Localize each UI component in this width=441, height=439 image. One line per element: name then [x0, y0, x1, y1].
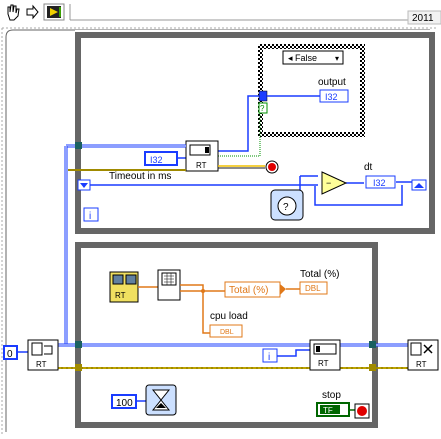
- svg-text:DBL: DBL: [220, 329, 234, 336]
- case-selector-left-arrow[interactable]: ◂: [288, 53, 293, 63]
- svg-text:RT: RT: [115, 291, 126, 300]
- svg-text:TF: TF: [323, 406, 333, 415]
- case-selector-value[interactable]: False: [295, 53, 317, 63]
- rt-fifo-create-node[interactable]: RT: [27, 339, 59, 371]
- svg-text:RT: RT: [318, 359, 329, 368]
- block-diagram: 2011 ◂ False ▾ ? output I32 I32 Timeout …: [0, 0, 441, 434]
- dt-label: dt: [364, 162, 373, 173]
- version-label: 2011: [412, 13, 434, 24]
- cpu-load-label: cpu load: [210, 311, 248, 322]
- svg-text:?: ?: [260, 104, 265, 113]
- rt-fifo-read-node-top[interactable]: RT: [185, 140, 219, 172]
- svg-text:RT: RT: [36, 360, 47, 369]
- svg-text:DBL: DBL: [305, 284, 321, 293]
- svg-text:0: 0: [7, 349, 13, 360]
- svg-text:i: i: [268, 352, 270, 363]
- svg-text:Total (%): Total (%): [229, 285, 268, 296]
- rt-fifo-delete-node[interactable]: RT: [407, 339, 439, 371]
- rt-fifo-write-node[interactable]: RT: [309, 339, 341, 371]
- index-array-node[interactable]: [157, 269, 181, 301]
- cpu-info-node[interactable]: RT: [109, 271, 139, 303]
- top-while-loop[interactable]: [75, 30, 437, 234]
- top-loop-tunnel: [75, 142, 82, 149]
- case-selector-down-icon[interactable]: ▾: [335, 54, 339, 63]
- case-input-tunnel: [258, 90, 268, 102]
- svg-text:I32: I32: [325, 92, 338, 102]
- total-label: Total (%): [300, 269, 339, 280]
- svg-text:100: 100: [116, 398, 133, 409]
- svg-text:RT: RT: [196, 161, 207, 170]
- svg-text:?: ?: [283, 202, 289, 213]
- svg-text:i: i: [89, 211, 91, 222]
- bottom-loop-tunnel-left: [75, 341, 82, 348]
- run-tool-icon[interactable]: [43, 3, 65, 21]
- error-indicator-top[interactable]: [265, 160, 279, 174]
- svg-text:I32: I32: [150, 155, 163, 165]
- stop-label: stop: [322, 390, 341, 401]
- tick-count-icon[interactable]: ?: [270, 189, 304, 221]
- toolbar: 2011: [0, 0, 441, 25]
- output-label: output: [318, 77, 346, 88]
- svg-text:−: −: [326, 178, 331, 188]
- stop-condition-terminal[interactable]: [354, 403, 370, 419]
- wait-ms-icon[interactable]: [145, 384, 177, 416]
- case-structure[interactable]: ◂ False ▾ ?: [258, 44, 365, 137]
- total-local-variable[interactable]: Total (%): [224, 281, 286, 298]
- svg-text:I32: I32: [373, 178, 386, 188]
- bottom-loop-tunnel-right: [369, 341, 376, 348]
- timeout-label: Timeout in ms: [109, 171, 171, 182]
- svg-text:RT: RT: [416, 360, 427, 369]
